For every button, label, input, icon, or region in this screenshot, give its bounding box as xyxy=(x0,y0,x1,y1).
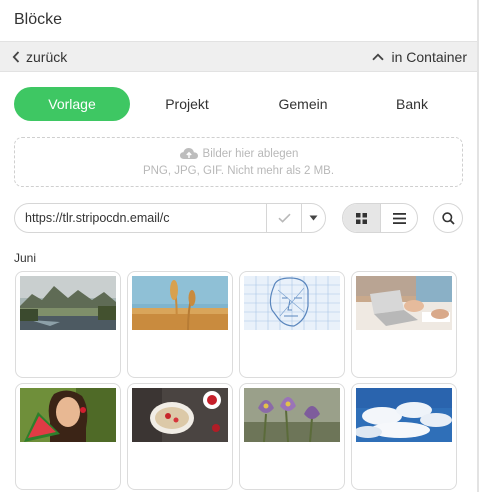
wheat-field-image xyxy=(132,276,228,330)
confirm-url-button[interactable] xyxy=(267,204,301,232)
chevron-up-icon xyxy=(371,53,384,61)
url-dropdown-button[interactable] xyxy=(302,204,325,232)
back-button[interactable]: zurück xyxy=(12,49,67,65)
gallery-section-label: Juni xyxy=(14,251,37,265)
wireframe-face-image xyxy=(244,276,340,330)
blocks-panel: Blöcke zurück in Container Vorlage Proje… xyxy=(0,0,479,492)
navigation-bar: zurück in Container xyxy=(0,41,477,72)
chevron-left-icon xyxy=(12,51,20,63)
blue-sky-clouds-image xyxy=(356,388,452,442)
view-mode-toggle xyxy=(342,203,418,233)
gallery-item-crocus-flowers[interactable] xyxy=(239,383,345,490)
oatmeal-bowl-image xyxy=(132,388,228,442)
in-container-label: in Container xyxy=(391,49,468,65)
image-url-input[interactable] xyxy=(25,204,265,232)
checkmark-icon xyxy=(277,213,291,223)
source-tabs: Vorlage Projekt Gemein Bank xyxy=(14,87,464,121)
laptop-workspace-image xyxy=(356,276,452,330)
cloud-upload-icon xyxy=(179,148,198,159)
gallery-item-woman-watermelon[interactable] xyxy=(15,383,121,490)
gallery-item-wheat-field[interactable] xyxy=(127,271,233,378)
purple-crocus-flowers-image xyxy=(244,388,340,442)
mountain-lake-image xyxy=(20,276,116,330)
back-button-label: zurück xyxy=(26,49,68,65)
search-icon xyxy=(441,211,455,225)
gallery-item-laptop-workspace[interactable] xyxy=(351,271,457,378)
dropzone-hint: PNG, JPG, GIF. Nicht mehr als 2 MB. xyxy=(142,165,335,177)
dropzone-text: Bilder hier ablegen xyxy=(202,147,299,160)
search-button[interactable] xyxy=(433,203,463,233)
grid-icon xyxy=(356,212,367,224)
panel-title: Blöcke xyxy=(14,11,63,28)
gallery-item-oatmeal-bowl[interactable] xyxy=(127,383,233,490)
caret-down-icon xyxy=(309,215,318,221)
woman-with-watermelon-image xyxy=(20,388,116,442)
gallery-item-mountain-lake[interactable] xyxy=(15,271,121,378)
tab-bank[interactable]: Bank xyxy=(382,87,442,121)
image-dropzone[interactable]: Bilder hier ablegen PNG, JPG, GIF. Nicht… xyxy=(14,137,463,187)
tab-vorlage[interactable]: Vorlage xyxy=(14,87,130,121)
grid-view-button[interactable] xyxy=(343,204,380,232)
tab-gemein[interactable]: Gemein xyxy=(268,87,338,121)
in-container-button[interactable]: in Container xyxy=(371,49,468,65)
tab-projekt[interactable]: Projekt xyxy=(152,87,222,121)
list-view-button[interactable] xyxy=(381,204,417,232)
gallery-item-blue-sky[interactable] xyxy=(351,383,457,490)
list-icon xyxy=(392,212,406,224)
gallery-item-wireframe-face[interactable] xyxy=(239,271,345,378)
url-field-group xyxy=(14,203,326,233)
